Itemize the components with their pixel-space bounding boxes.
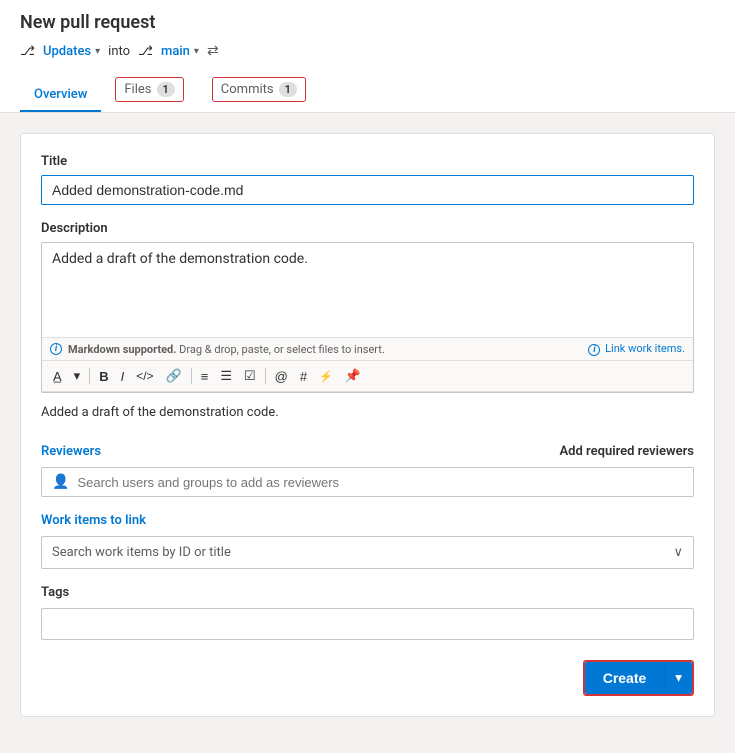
tags-label: Tags xyxy=(41,585,694,600)
main-content: Title Description Added a draft of the d… xyxy=(0,113,735,737)
reviewers-search-wrapper[interactable]: 👤 xyxy=(41,467,694,497)
reviewers-header: Reviewers Add required reviewers xyxy=(41,444,694,459)
reviewers-label: Reviewers xyxy=(41,444,101,459)
heading-btn[interactable]: # xyxy=(295,366,312,387)
create-dropdown-button[interactable]: ▾ xyxy=(664,662,692,694)
reviewers-search-input[interactable] xyxy=(77,475,683,490)
ordered-list-btn[interactable]: ≡ xyxy=(196,366,214,387)
work-items-placeholder: Search work items by ID or title xyxy=(52,545,231,560)
title-input[interactable] xyxy=(41,175,694,205)
files-badge: 1 xyxy=(157,82,175,97)
branch-icon: ⎇ xyxy=(20,44,35,59)
tabs-bar: Overview Files 1 Commits 1 xyxy=(20,69,715,112)
link-work-items[interactable]: Link work items. xyxy=(605,342,685,355)
bold-btn[interactable]: B xyxy=(94,366,113,387)
task-list-btn[interactable]: ☑ xyxy=(239,365,261,387)
attachment-btn[interactable]: 📌 xyxy=(340,365,366,387)
unordered-list-btn[interactable]: ☰ xyxy=(215,365,237,387)
description-section: Description Added a draft of the demonst… xyxy=(41,221,694,393)
toolbar-sep-2 xyxy=(191,368,192,384)
tags-section: Tags xyxy=(41,585,694,640)
tab-files[interactable]: Files 1 xyxy=(101,69,197,112)
work-items-section: Work items to link Search work items by … xyxy=(41,513,694,569)
source-chevron-icon: ▾ xyxy=(95,46,100,57)
info-icon: i xyxy=(50,343,62,355)
branch-icon-2: ⎇ xyxy=(138,44,153,59)
title-label: Title xyxy=(41,154,694,169)
source-branch-selector[interactable]: Updates ▾ xyxy=(43,44,100,59)
commits-badge: 1 xyxy=(279,82,297,97)
branch-bar: ⎇ Updates ▾ into ⎇ main ▾ ⇄ xyxy=(20,43,715,59)
action-bar: Create ▾ xyxy=(41,660,694,696)
description-preview: Added a draft of the demonstration code. xyxy=(41,397,694,428)
link-btn[interactable]: 🔗 xyxy=(161,365,187,387)
italic-btn[interactable]: I xyxy=(116,366,130,387)
markdown-hint-bar: i Markdown supported. Drag & drop, paste… xyxy=(42,337,693,360)
description-textarea[interactable]: Added a draft of the demonstration code. xyxy=(42,243,693,333)
page-header: New pull request ⎇ Updates ▾ into ⎇ main… xyxy=(0,0,735,113)
style-chevron-btn[interactable]: ▾ xyxy=(69,365,86,387)
add-reviewers-link[interactable]: Add required reviewers xyxy=(560,444,695,459)
description-label: Description xyxy=(41,221,694,236)
toolbar-sep-1 xyxy=(89,368,90,384)
mention-btn[interactable]: @ xyxy=(270,366,293,387)
swap-icon[interactable]: ⇄ xyxy=(207,43,219,59)
style-btn[interactable]: A̲ xyxy=(48,366,67,387)
target-branch-selector[interactable]: main ▾ xyxy=(161,44,199,59)
toolbar-sep-3 xyxy=(265,368,266,384)
tab-overview[interactable]: Overview xyxy=(20,79,101,112)
description-wrapper: Added a draft of the demonstration code.… xyxy=(41,242,694,393)
pr-ref-btn[interactable]: ⚡ xyxy=(314,367,338,386)
target-chevron-icon: ▾ xyxy=(194,46,199,57)
create-button[interactable]: Create xyxy=(585,662,665,694)
work-items-select[interactable]: Search work items by ID or title ∨ xyxy=(41,536,694,569)
search-icon: 👤 xyxy=(52,474,69,490)
page-title: New pull request xyxy=(20,12,715,33)
markdown-hint-text: Markdown supported. Drag & drop, paste, … xyxy=(68,343,385,356)
reviewers-section: Reviewers Add required reviewers 👤 xyxy=(41,444,694,497)
work-items-label: Work items to link xyxy=(41,513,694,528)
tab-commits[interactable]: Commits 1 xyxy=(198,69,320,112)
info-icon-2: i xyxy=(588,344,600,356)
tags-input[interactable] xyxy=(41,608,694,640)
formatting-toolbar: A̲ ▾ B I </> 🔗 ≡ ☰ ☑ @ # ⚡ 📌 xyxy=(42,360,693,392)
code-btn[interactable]: </> xyxy=(131,366,158,386)
create-btn-group: Create ▾ xyxy=(583,660,694,696)
work-items-chevron-icon: ∨ xyxy=(673,545,683,560)
create-dropdown-chevron-icon: ▾ xyxy=(675,670,682,685)
form-card: Title Description Added a draft of the d… xyxy=(20,133,715,717)
